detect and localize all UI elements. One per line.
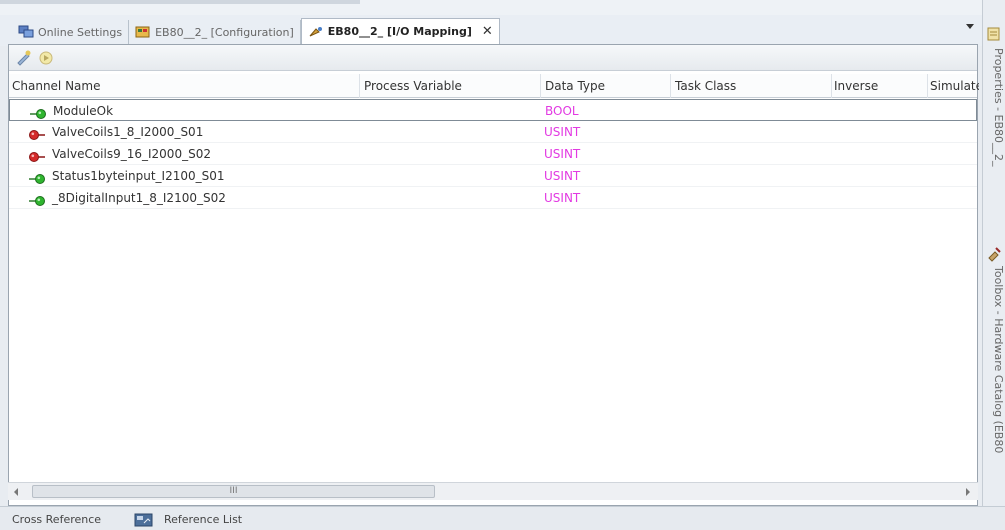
side-panel: Properties - EB80__2_ Toolbox - Hardware… — [982, 0, 1005, 506]
table-row[interactable]: ModuleOk BOOL — [9, 99, 977, 121]
table-row[interactable]: ValveCoils1_8_I2000_S01 USINT — [9, 121, 977, 143]
tab-reference-list[interactable]: Reference List — [134, 510, 242, 530]
inverse-cell[interactable] — [831, 143, 927, 165]
inverse-cell[interactable] — [831, 165, 927, 187]
tab-strip-top — [0, 0, 982, 15]
scrollbar-thumb[interactable]: III — [32, 485, 435, 498]
output-channel-icon — [28, 148, 46, 162]
channel-name-cell: ValveCoils9_16_I2000_S02 — [12, 143, 357, 165]
close-icon[interactable]: ✕ — [482, 24, 493, 39]
input-channel-icon — [28, 192, 46, 206]
side-tab-toolbox[interactable]: Toolbox - Hardware Catalog (EB80 — [985, 266, 1005, 504]
inverse-cell[interactable] — [831, 187, 927, 209]
tab-label: Reference List — [164, 513, 243, 526]
editor-toolbar — [9, 45, 977, 71]
scroll-right-icon[interactable] — [966, 488, 970, 496]
simulate-cell[interactable] — [927, 187, 979, 209]
tab-label: Cross Reference — [12, 513, 102, 526]
tab-list-dropdown-icon[interactable] — [966, 24, 974, 29]
side-tab-properties[interactable]: Properties - EB80__2_ — [985, 48, 1005, 208]
process-variable-cell[interactable] — [359, 143, 539, 165]
task-class-cell[interactable] — [671, 100, 831, 122]
inverse-cell[interactable] — [832, 100, 928, 122]
editor-tab-strip: Online Settings EB80__2_ [Configuration]… — [0, 0, 982, 46]
channel-name-cell: ValveCoils1_8_I2000_S01 — [12, 121, 357, 143]
network-icon — [18, 25, 34, 39]
tab-io-mapping[interactable]: EB80__2_ [I/O Mapping] ✕ — [300, 18, 500, 44]
io-mapping-icon — [308, 25, 324, 39]
editor-tabs: Online Settings EB80__2_ [Configuration]… — [12, 18, 500, 44]
table-row[interactable]: Status1byteinput_I2100_S01 USINT — [9, 165, 977, 187]
tab-label: EB80__2_ [Configuration] — [155, 25, 294, 39]
data-type-cell: BOOL — [545, 104, 579, 118]
properties-icon[interactable] — [986, 26, 1002, 42]
data-type-cell: USINT — [544, 191, 581, 205]
simulate-icon[interactable] — [37, 49, 55, 67]
tab-online-settings[interactable]: Online Settings — [12, 20, 130, 44]
io-mapping-window: Online Settings EB80__2_ [Configuration]… — [0, 0, 1005, 530]
tab-configuration[interactable]: EB80__2_ [Configuration] — [129, 20, 301, 44]
channel-rows: ModuleOk BOOL ValveCoils1_8_I2000_S01 US… — [9, 99, 977, 209]
column-header-channel-name[interactable]: Channel Name — [12, 74, 357, 98]
process-variable-cell[interactable] — [360, 100, 540, 122]
io-mapping-editor: Channel Name Process Variable Data Type … — [8, 44, 979, 506]
column-header-simulate[interactable]: Simulate — [927, 74, 979, 98]
column-header-process-variable[interactable]: Process Variable — [359, 74, 539, 98]
scroll-left-icon[interactable] — [14, 488, 18, 496]
simulate-cell[interactable] — [927, 165, 979, 187]
channel-name: ValveCoils1_8_I2000_S01 — [52, 125, 204, 139]
task-class-cell[interactable] — [670, 121, 830, 143]
reference-list-icon — [134, 512, 154, 528]
channel-name-cell: _8DigitalInput1_8_I2100_S02 — [12, 187, 357, 209]
table-row[interactable]: ValveCoils9_16_I2000_S02 USINT — [9, 143, 977, 165]
input-channel-icon — [28, 170, 46, 184]
simulate-cell[interactable] — [927, 121, 979, 143]
column-header-inverse[interactable]: Inverse — [831, 74, 927, 98]
tab-label: Online Settings — [38, 25, 123, 39]
process-variable-cell[interactable] — [359, 121, 539, 143]
channel-name: _8DigitalInput1_8_I2100_S02 — [52, 191, 226, 205]
simulate-cell[interactable] — [927, 143, 979, 165]
channel-name: ValveCoils9_16_I2000_S02 — [52, 147, 211, 161]
table-row[interactable]: _8DigitalInput1_8_I2100_S02 USINT — [9, 187, 977, 209]
tab-label: EB80__2_ [I/O Mapping] — [327, 25, 472, 38]
input-channel-icon — [29, 105, 47, 119]
horizontal-scrollbar[interactable]: III — [8, 482, 978, 500]
tab-cross-reference[interactable]: Cross Reference — [12, 510, 101, 530]
task-class-cell[interactable] — [670, 187, 830, 209]
channel-name: Status1byteinput_I2100_S01 — [52, 169, 225, 183]
channel-name-cell: Status1byteinput_I2100_S01 — [12, 165, 357, 187]
inverse-cell[interactable] — [831, 121, 927, 143]
column-header-data-type[interactable]: Data Type — [540, 74, 670, 98]
data-type-cell: USINT — [544, 169, 581, 183]
data-type-cell: USINT — [544, 147, 581, 161]
grid-header: Channel Name Process Variable Data Type … — [9, 74, 979, 98]
column-header-task-class[interactable]: Task Class — [670, 74, 830, 98]
edit-icon[interactable] — [15, 49, 33, 67]
configuration-icon — [135, 25, 151, 39]
toolbox-icon[interactable] — [986, 246, 1002, 262]
channel-name-cell: ModuleOk — [13, 100, 358, 122]
tab-strip-notch — [0, 0, 360, 4]
task-class-cell[interactable] — [670, 143, 830, 165]
process-variable-cell[interactable] — [359, 187, 539, 209]
simulate-cell[interactable] — [928, 100, 980, 122]
bottom-tab-bar: Cross Reference Reference List — [0, 506, 1005, 530]
task-class-cell[interactable] — [670, 165, 830, 187]
process-variable-cell[interactable] — [359, 165, 539, 187]
channel-name: ModuleOk — [53, 104, 114, 118]
output-channel-icon — [28, 126, 46, 140]
data-type-cell: USINT — [544, 125, 581, 139]
